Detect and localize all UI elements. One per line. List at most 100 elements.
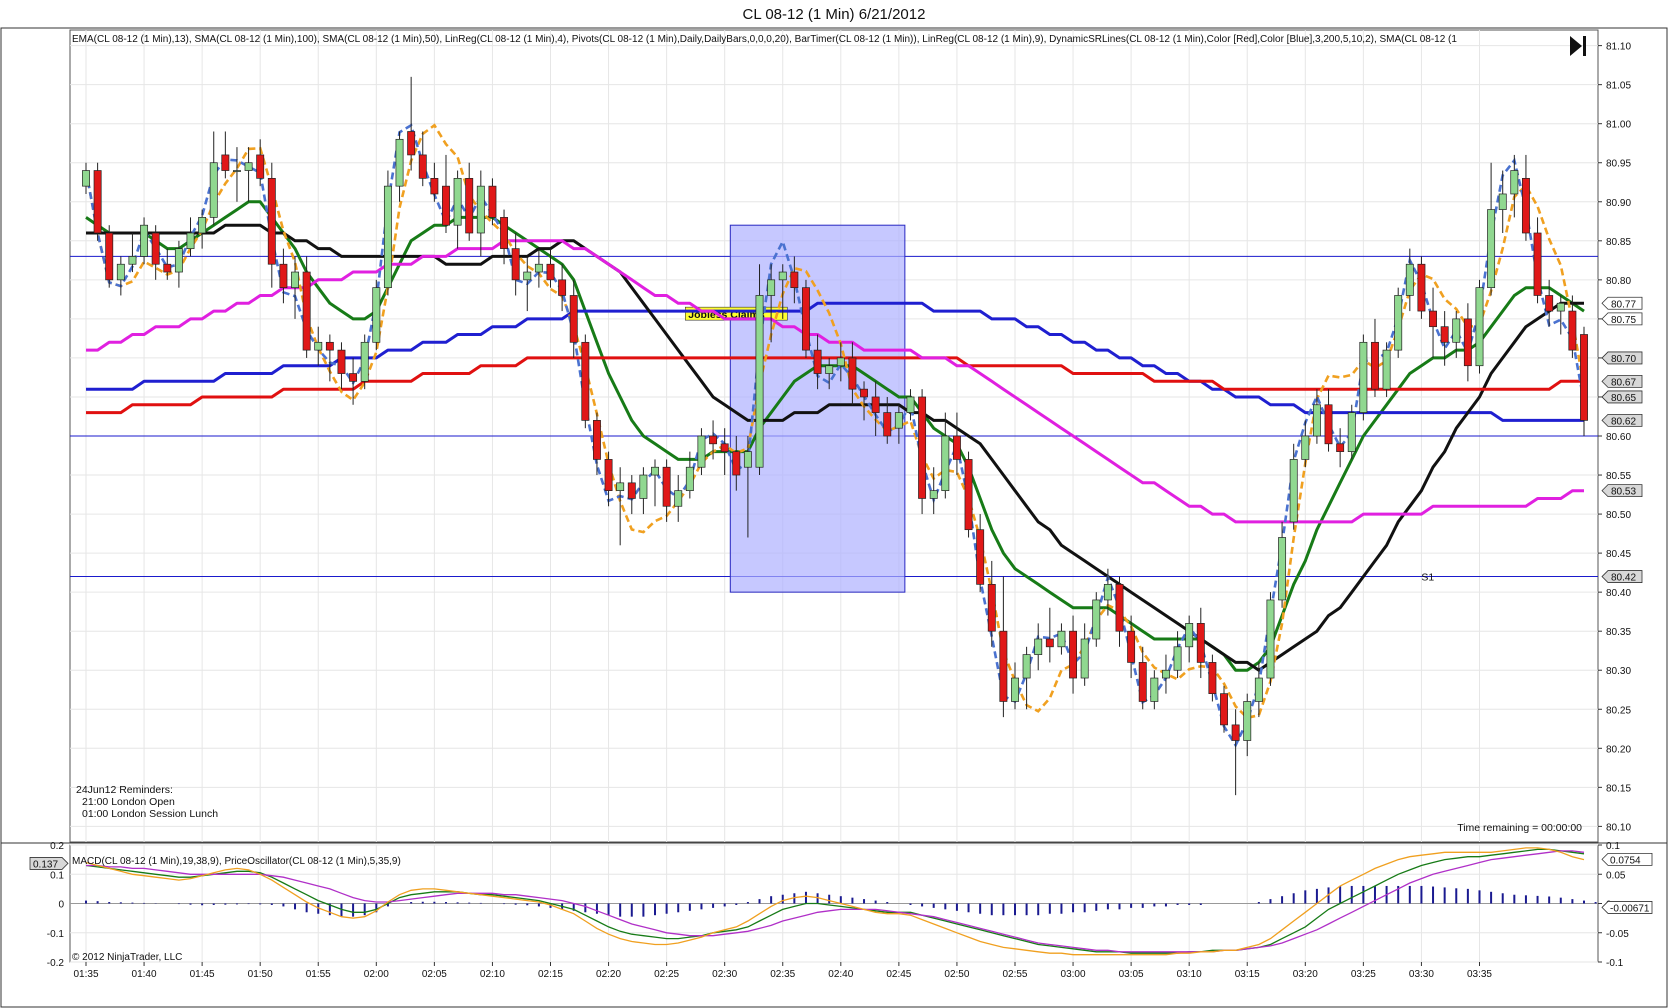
candle-body (1266, 599, 1275, 679)
candle-body (1347, 412, 1356, 452)
reminder-item: 21:00 London Open (82, 796, 175, 808)
candle-body (976, 529, 985, 585)
candle-body (1545, 295, 1554, 312)
macd-right-tick-label: 0.05 (1606, 870, 1626, 881)
price-tag-label: 80.53 (1611, 487, 1636, 498)
price-tick-label: 80.20 (1606, 744, 1631, 755)
candle-body (1568, 310, 1577, 351)
time-tick-label: 01:35 (73, 969, 98, 980)
pivot-label: S1 (1421, 572, 1434, 584)
candle-body (1011, 677, 1019, 702)
price-tag-label: 80.77 (1611, 299, 1636, 310)
candle-body (453, 177, 462, 226)
candle-body (1382, 349, 1391, 390)
candle-body (651, 466, 659, 476)
candle-body (871, 396, 880, 413)
macd-left-tick-label: -0.1 (47, 929, 65, 940)
copyright-text: © 2012 NinjaTrader, LLC (72, 952, 182, 963)
macd-right-tag-label: -0.00671 (1610, 903, 1650, 914)
candle-body (1324, 404, 1333, 445)
candle-body (813, 349, 822, 374)
candle-body (674, 490, 683, 507)
candle-body (999, 630, 1008, 702)
candle-body (952, 435, 961, 460)
macd-indicator-legend: MACD(CL 08-12 (1 Min),19,38,9), PriceOsc… (72, 856, 401, 867)
candle-body (233, 170, 241, 172)
candle-body (860, 388, 868, 398)
price-tag-label: 80.67 (1611, 377, 1636, 388)
candle-body (1162, 669, 1170, 679)
candle-body (534, 263, 543, 273)
candle-body (1080, 638, 1089, 679)
price-tick-label: 80.10 (1606, 822, 1631, 833)
candle-body (198, 217, 207, 234)
price-tag-label: 80.62 (1611, 416, 1636, 427)
candle-body (267, 177, 276, 265)
time-tick-label: 03:15 (1235, 969, 1260, 980)
candle-body (1034, 638, 1043, 655)
candle-body (430, 177, 439, 195)
candle-body (174, 248, 183, 273)
candle-body (755, 295, 764, 468)
time-tick-label: 02:10 (480, 969, 505, 980)
price-tick-label: 80.80 (1606, 276, 1631, 287)
candle-body (1138, 662, 1147, 702)
candle-body (1173, 646, 1182, 671)
candle-body (1312, 404, 1321, 437)
time-tick-label: 03:10 (1177, 969, 1202, 980)
time-tick-label: 02:15 (538, 969, 563, 980)
candle-body (1045, 638, 1054, 648)
candle-body (1069, 630, 1078, 679)
candle-body (383, 185, 392, 289)
price-tick-label: 80.90 (1606, 198, 1631, 209)
candle-body (291, 271, 299, 289)
price-tick-label: 80.60 (1606, 432, 1631, 443)
candle-body (395, 138, 404, 187)
candle-body (407, 131, 416, 156)
time-tick-label: 03:35 (1467, 969, 1492, 980)
candle-body (1231, 724, 1240, 741)
candle-body (337, 349, 346, 374)
price-tick-label: 80.25 (1606, 705, 1631, 716)
candle-body (964, 459, 973, 531)
candle-body (488, 185, 497, 218)
candle-body (569, 295, 578, 343)
chart-canvas: CL 08-12 (1 Min) 6/21/2012 S1 Jobless Cl… (0, 6, 1668, 1008)
candle-body (1220, 693, 1228, 726)
candle-body (360, 341, 369, 382)
bar-timer-text: Time remaining = 00:00:00 (1457, 822, 1582, 834)
time-tick-label: 02:05 (422, 969, 447, 980)
candle-body (1301, 435, 1310, 460)
candle-body (1127, 630, 1136, 663)
candle-body (639, 474, 648, 499)
candle-body (1463, 318, 1472, 367)
candle-body (163, 263, 172, 273)
candle-body (906, 396, 915, 413)
candle-body (302, 271, 311, 351)
candle-body (790, 271, 799, 289)
candle-body (662, 466, 671, 507)
price-tick-label: 80.50 (1606, 510, 1631, 521)
candle-body (941, 435, 950, 492)
macd-left-tag-label: 0.137 (33, 859, 58, 870)
price-tick-label: 80.30 (1606, 666, 1631, 677)
price-tick-label: 80.85 (1606, 237, 1631, 248)
price-indicator-legend: EMA(CL 08-12 (1 Min),13), SMA(CL 08-12 (… (72, 34, 1457, 45)
time-tick-label: 01:55 (306, 969, 331, 980)
time-tick-label: 02:25 (654, 969, 679, 980)
time-tick-label: 02:45 (886, 969, 911, 980)
time-tick-label: 02:50 (944, 969, 969, 980)
price-tick-label: 80.40 (1606, 588, 1631, 599)
candle-body (1150, 677, 1159, 702)
candle-body (186, 232, 195, 249)
candle-body (1405, 263, 1414, 296)
price-tick-label: 80.35 (1606, 627, 1631, 638)
time-tick-label: 03:05 (1119, 969, 1144, 980)
candle-body (581, 341, 590, 421)
candle-body (1580, 334, 1588, 421)
candle-body (732, 451, 741, 476)
candle-body (116, 263, 125, 281)
chart-title: CL 08-12 (1 Min) 6/21/2012 (743, 6, 926, 23)
candle-body (1022, 654, 1031, 679)
reminders-heading: 24Jun12 Reminders: (76, 784, 173, 796)
